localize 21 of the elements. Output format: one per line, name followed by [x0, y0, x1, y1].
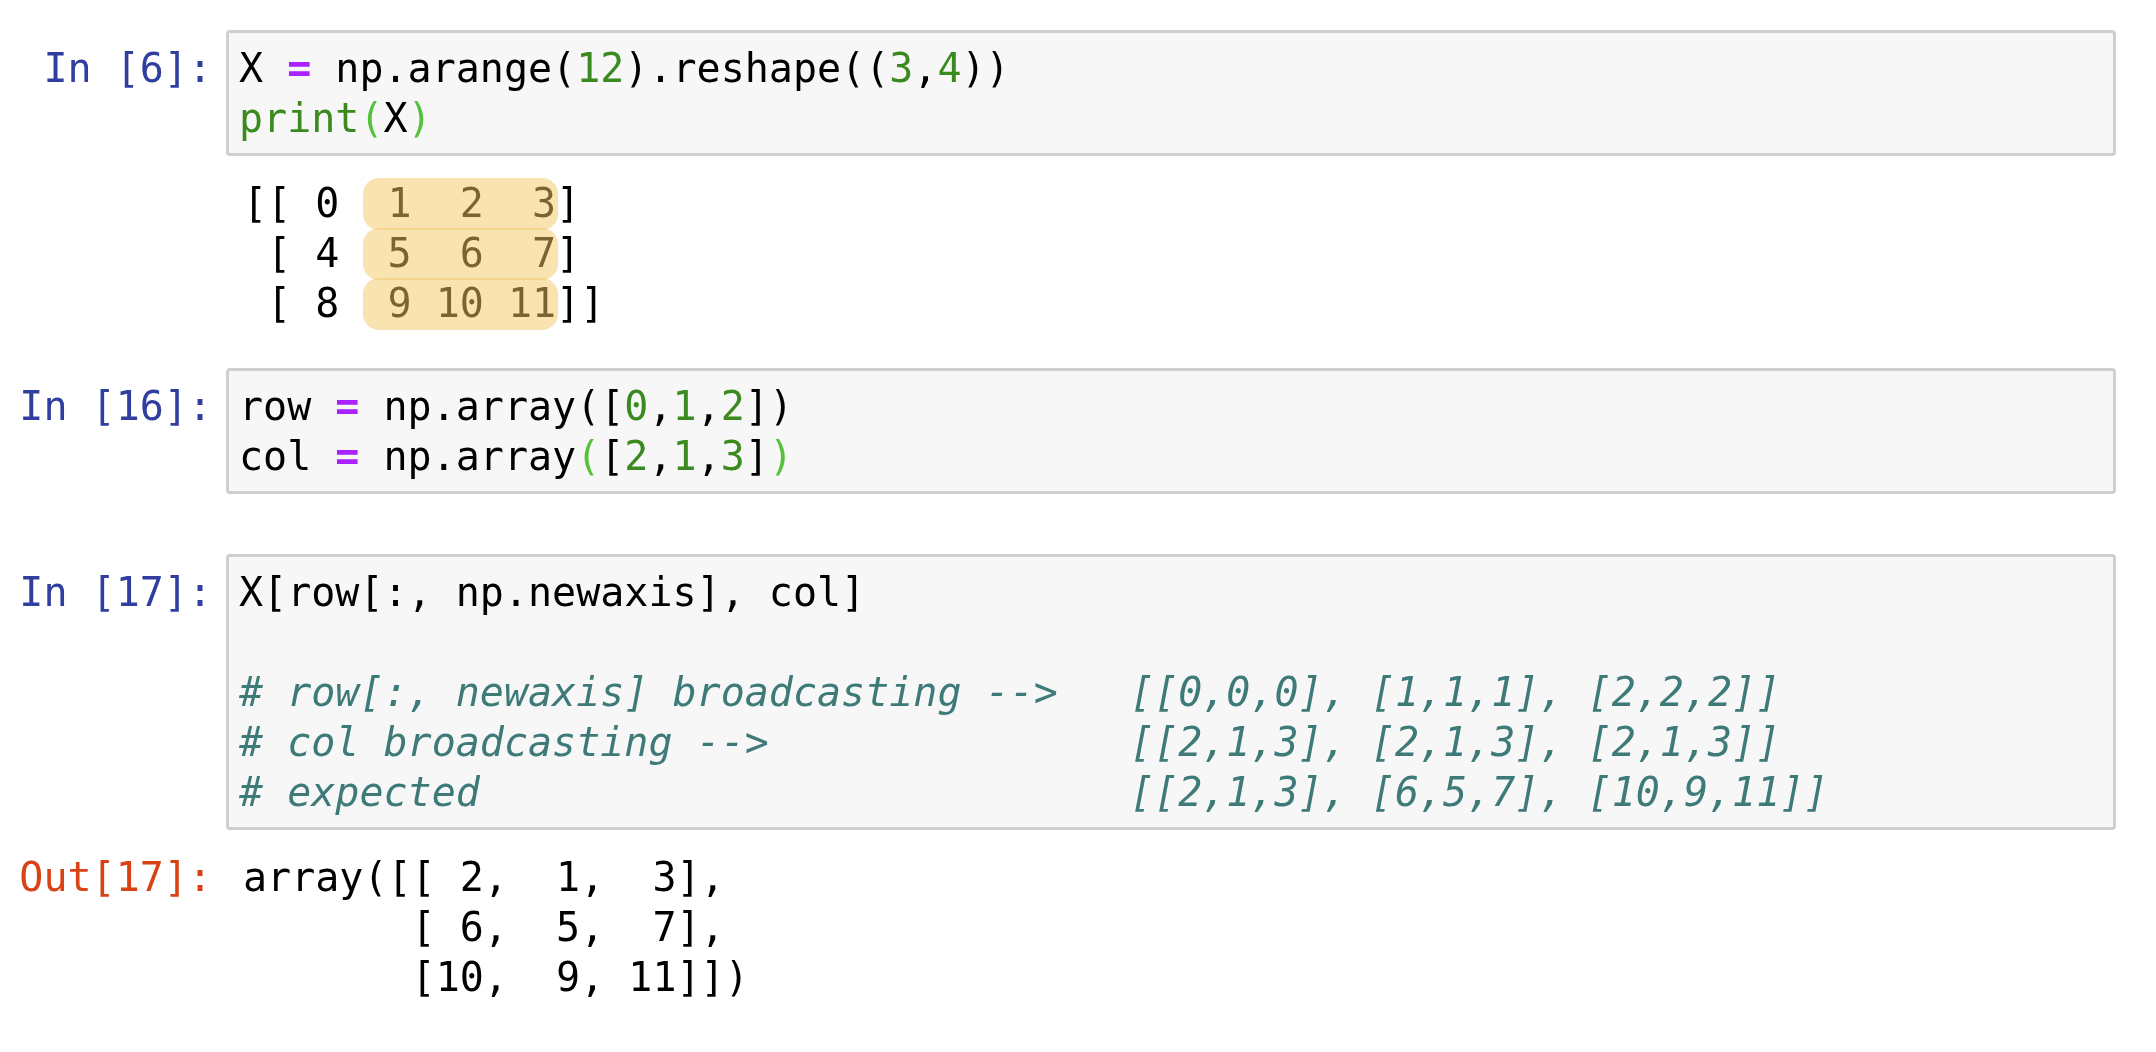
code-comment: # row[:, newaxis] broadcasting --> [[0,0,0], [1,1,1], [2,2,2]] — [239, 668, 1782, 717]
code-line: print(X) — [239, 94, 433, 143]
output-line: [10, 9, 11]]) — [410, 953, 749, 1002]
input-prompt: In [17]: — [18, 568, 213, 617]
code-cell[interactable]: row = np.array([0,1,2]) col = np.array([2,1,3]) — [226, 368, 2116, 494]
code-cell[interactable]: X = np.arange(12).reshape((3,4)) print(X) — [226, 30, 2116, 156]
output-line: [ 6, 5, 7], — [410, 903, 726, 952]
code-comment: # col broadcasting --> [[2,1,3], [2,1,3], [2,1,3]] — [239, 718, 1782, 767]
code-line: col = np.array([2,1,3]) — [239, 432, 794, 481]
input-prompt: In [6]: — [42, 44, 213, 93]
input-prompt: In [16]: — [18, 382, 213, 431]
code-line: row = np.array([0,1,2]) — [239, 382, 794, 431]
code-comment: # expected [[2,1,3], [6,5,7], [10,9,11]] — [239, 768, 1830, 817]
code-line: X[row[:, np.newaxis], col] — [239, 568, 867, 617]
output-line: [[ 0 1 2 3] — [226, 178, 605, 228]
code-line: X = np.arange(12).reshape((3,4)) — [239, 44, 1011, 93]
output-line: [ 4 5 6 7] — [226, 228, 605, 278]
output-prompt: Out[17]: — [18, 853, 213, 902]
output-line: [ 8 9 10 11]] — [226, 278, 605, 328]
output-line: array([[ 2, 1, 3], — [242, 853, 726, 902]
code-cell[interactable]: X[row[:, np.newaxis], col] # row[:, newaxis] broadcasting --> [[0,0,0], [1,1,1], [2,2,2]] # col broadcasting --> [[2,1,3], [2,1,3], [2,1,3]] # expected [[2,1,3], [6,5,7], [10,9,11]] — [226, 554, 2116, 830]
